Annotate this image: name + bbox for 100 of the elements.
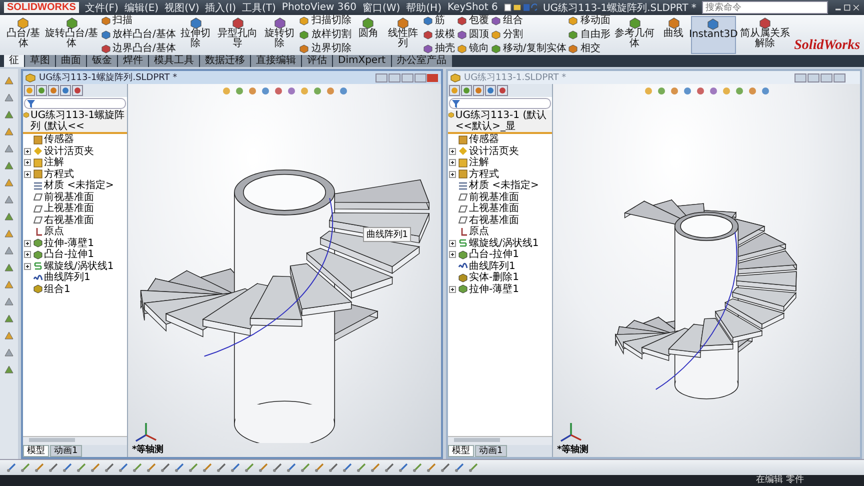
tool-icon[interactable]	[104, 462, 115, 473]
tree-item[interactable]: 原点	[44, 226, 64, 238]
ribbon-button[interactable]: Instant3D	[690, 16, 736, 54]
menu-item[interactable]: 工具(T)	[242, 0, 276, 14]
tool-icon[interactable]	[440, 462, 451, 473]
tree-item[interactable]: 设计活页夹	[44, 146, 94, 157]
tool-icon[interactable]	[258, 462, 269, 473]
panel-tab-icon[interactable]	[449, 85, 460, 96]
tool-icon[interactable]	[3, 211, 15, 223]
tree-item[interactable]: 曲线阵列1	[44, 272, 90, 284]
ribbon-tab[interactable]: 直接编辑	[251, 55, 301, 67]
tool-icon[interactable]	[3, 228, 15, 240]
expand-icon[interactable]	[449, 251, 456, 258]
tree-item[interactable]: 上视基准面	[44, 203, 94, 214]
tree-item[interactable]: 前视基准面	[469, 192, 519, 203]
tool-icon[interactable]	[118, 462, 129, 473]
ribbon-tab[interactable]: 模具工具	[149, 55, 199, 67]
tree-item[interactable]: 凸台-拉伸1	[469, 249, 519, 260]
menu-item[interactable]: 视图(V)	[164, 0, 200, 14]
ribbon-button[interactable]: 简从属关系解除	[738, 16, 792, 54]
tool-icon[interactable]	[160, 462, 171, 473]
tool-icon[interactable]	[3, 245, 15, 257]
tree-item[interactable]: 右视基准面	[469, 214, 519, 226]
scrollbar[interactable]	[448, 436, 552, 445]
ribbon-button[interactable]: 线性阵列	[385, 16, 421, 54]
tree-item[interactable]: 上视基准面	[469, 203, 519, 214]
tool-icon[interactable]	[3, 92, 15, 104]
tool-icon[interactable]	[3, 262, 15, 274]
tool-icon[interactable]	[3, 177, 15, 189]
expand-icon[interactable]	[449, 170, 456, 178]
filter-field[interactable]	[449, 98, 551, 109]
ribbon-button[interactable]: 自由形	[568, 30, 610, 40]
tool-icon[interactable]	[216, 462, 227, 473]
tool-icon[interactable]	[34, 462, 45, 473]
ribbon-button[interactable]: 相交	[568, 44, 610, 54]
ribbon-button[interactable]: 镜向	[456, 44, 489, 54]
ribbon-button[interactable]: 扫描	[100, 16, 176, 26]
tool-icon[interactable]	[342, 462, 353, 473]
expand-icon[interactable]	[24, 170, 31, 178]
ribbon-button[interactable]: 圆角	[353, 16, 384, 54]
tree-root[interactable]: UG练习113-1螺旋阵列 (默认<<	[23, 110, 127, 134]
tool-icon[interactable]	[300, 462, 311, 473]
ribbon-tab[interactable]: 焊件	[118, 55, 148, 67]
tree-item[interactable]: 原点	[469, 226, 489, 238]
tool-icon[interactable]	[3, 347, 15, 359]
expand-icon[interactable]	[449, 159, 456, 166]
tool-icon[interactable]	[3, 160, 15, 172]
tool-icon[interactable]	[48, 462, 59, 473]
panel-tab-icon[interactable]	[461, 85, 472, 96]
tree-item[interactable]: 螺旋线/涡状线1	[44, 260, 114, 272]
tree-item[interactable]: 前视基准面	[44, 192, 94, 203]
expand-icon[interactable]	[24, 159, 31, 166]
ribbon-tab[interactable]: 数据迁移	[200, 55, 250, 67]
window-controls-icon[interactable]	[375, 72, 439, 82]
expand-icon[interactable]	[449, 240, 456, 247]
tool-icon[interactable]	[356, 462, 367, 473]
ribbon-button[interactable]: 包覆	[456, 16, 489, 26]
tree-item[interactable]: 组合1	[44, 284, 70, 295]
panel-tab-icon[interactable]	[72, 85, 83, 96]
panel-tab-icon[interactable]	[48, 85, 59, 96]
menu-item[interactable]: 窗口(W)	[362, 0, 400, 14]
tool-icon[interactable]	[20, 462, 31, 473]
ribbon-button[interactable]: 异型孔向导	[215, 16, 260, 54]
expand-icon[interactable]	[24, 251, 31, 258]
tool-icon[interactable]	[412, 462, 423, 473]
tool-icon[interactable]	[132, 462, 143, 473]
tool-icon[interactable]	[188, 462, 199, 473]
ribbon-button[interactable]: 移动面	[568, 16, 610, 26]
ribbon-tab[interactable]: 办公室产品	[392, 55, 452, 67]
ribbon-button[interactable]: 移动/复制实体	[490, 44, 566, 54]
tool-icon[interactable]	[76, 462, 87, 473]
tool-icon[interactable]	[398, 462, 409, 473]
filter-field[interactable]	[24, 98, 126, 109]
tool-icon[interactable]	[146, 462, 157, 473]
menu-item[interactable]: 编辑(E)	[124, 0, 159, 14]
expand-icon[interactable]	[24, 148, 31, 155]
tree-item[interactable]: 曲线阵列1	[469, 260, 516, 272]
expand-icon[interactable]	[24, 240, 31, 247]
ribbon-button[interactable]: 抽壳	[422, 44, 455, 54]
tree-item[interactable]: 材质 <未指定>	[469, 180, 539, 192]
tree-item[interactable]: 注解	[44, 157, 64, 168]
ribbon-button[interactable]: 旋转凸台/基体	[44, 16, 99, 54]
tree-item[interactable]: 拉伸-薄壁1	[469, 284, 519, 295]
expand-icon[interactable]	[449, 286, 456, 293]
tool-icon[interactable]	[286, 462, 297, 473]
tool-icon[interactable]	[3, 330, 15, 342]
tree-item[interactable]: 右视基准面	[44, 214, 94, 226]
ribbon-button[interactable]: 拔模	[422, 30, 455, 40]
ribbon-button[interactable]: 扫描切除	[299, 16, 352, 26]
tool-icon[interactable]	[244, 462, 255, 473]
tool-icon[interactable]	[3, 296, 15, 308]
tree-item[interactable]: 实体-删除1	[469, 272, 519, 284]
model-tab[interactable]: 动画1	[475, 445, 507, 457]
model-tab[interactable]: 模型	[23, 445, 49, 457]
tool-icon[interactable]	[328, 462, 339, 473]
tool-icon[interactable]	[3, 109, 15, 121]
tree-item[interactable]: 螺旋线/涡状线1	[469, 238, 539, 249]
tool-icon[interactable]	[370, 462, 381, 473]
tool-icon[interactable]	[3, 194, 15, 206]
tree-item[interactable]: 传感器	[469, 134, 499, 146]
